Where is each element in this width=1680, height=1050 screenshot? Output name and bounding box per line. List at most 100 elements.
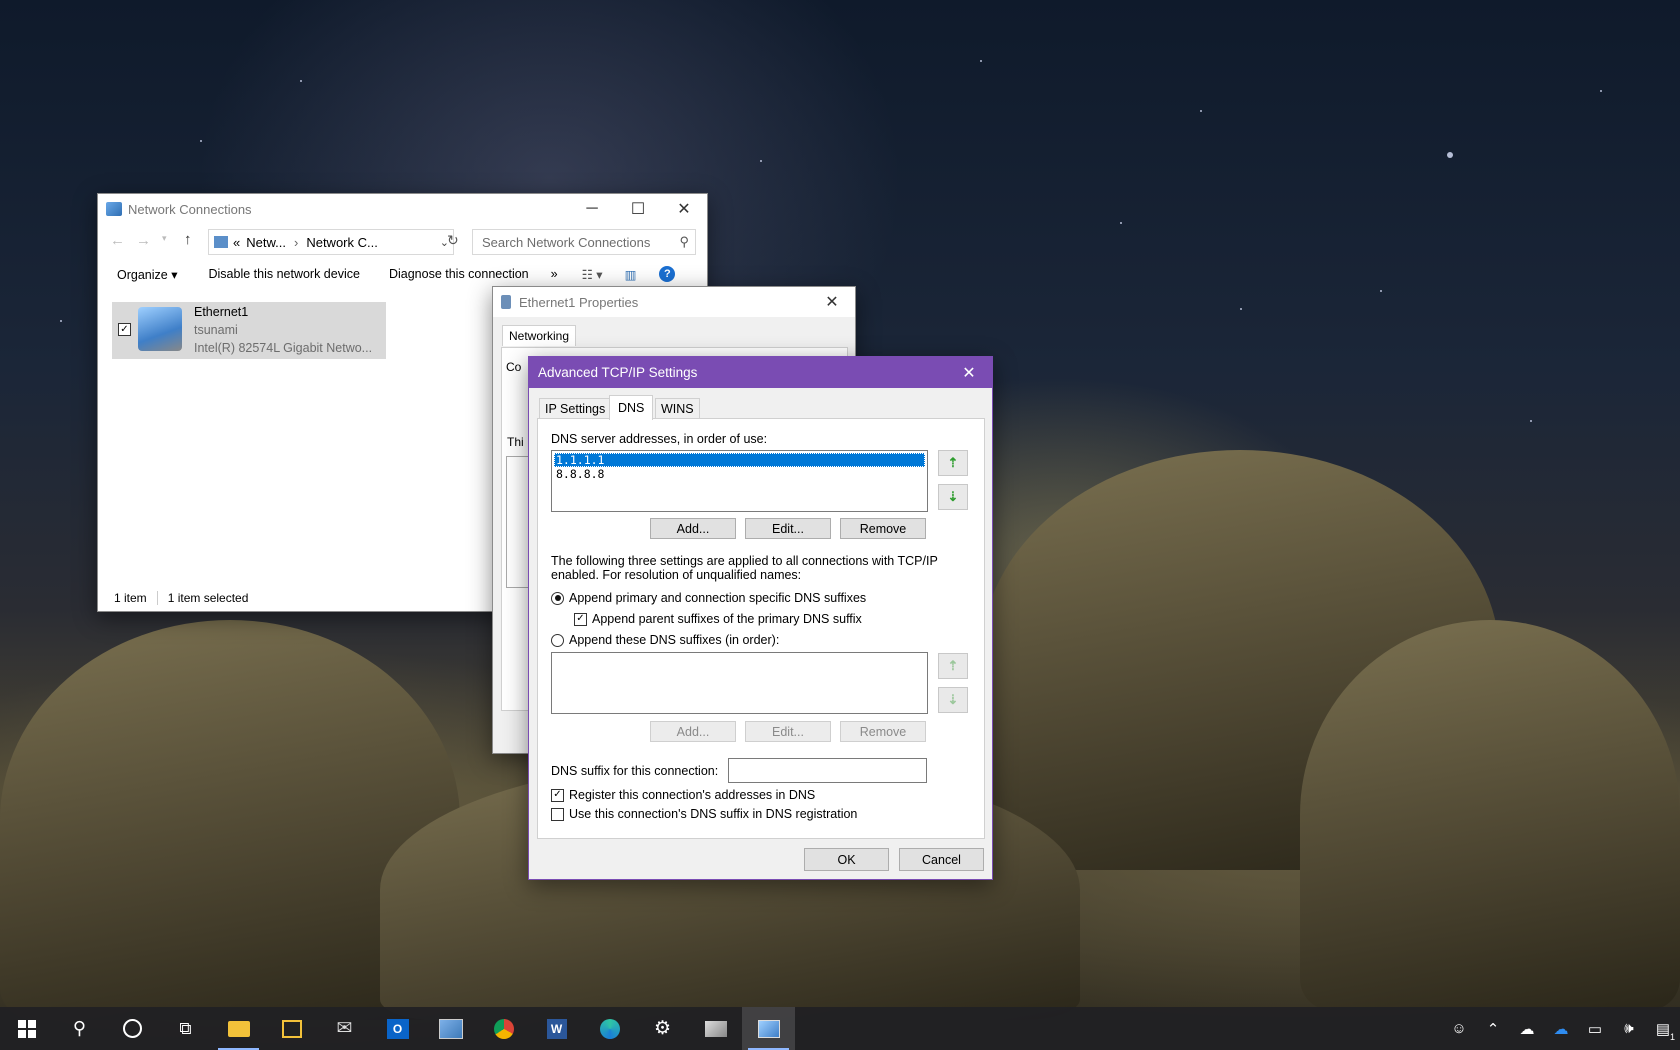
start-icon (17, 1019, 36, 1038)
store-icon (281, 1019, 302, 1038)
edge-beta-icon (599, 1018, 620, 1039)
cortana-button[interactable] (106, 1007, 159, 1050)
ep-titlebar[interactable]: Ethernet1 Properties ✕ (493, 287, 855, 317)
recent-dropdown-icon[interactable]: ▾ (162, 233, 167, 244)
check-use-suffix[interactable]: Use this connection's DNS suffix in DNS … (551, 807, 857, 821)
action-center-button[interactable]: ▤ 1 (1646, 1007, 1680, 1050)
adv-title: Advanced TCP/IP Settings (538, 365, 698, 380)
forward-arrow-icon[interactable]: → (136, 232, 151, 249)
word-button[interactable]: W (530, 1007, 583, 1050)
photos-button[interactable] (424, 1007, 477, 1050)
help-icon[interactable]: ? (659, 266, 676, 282)
photos-icon (438, 1018, 463, 1039)
ep-connect-label: Co (506, 360, 522, 374)
more-commands-button[interactable]: » (551, 267, 558, 281)
maximize-button[interactable]: ☐ (615, 194, 661, 224)
breadcrumb-separator-icon: › (293, 234, 299, 250)
item-name: Ethernet1 (194, 305, 249, 319)
dns-servers-list[interactable]: 1.1.1.1 8.8.8.8 (551, 450, 928, 512)
suffix-add-button[interactable]: Add... (650, 721, 736, 742)
dns-servers-label: DNS server addresses, in order of use: (551, 432, 768, 446)
radio-selected-icon (551, 591, 564, 605)
suffix-remove-button[interactable]: Remove (840, 721, 926, 742)
status-divider (156, 591, 158, 605)
close-button[interactable]: ✕ (661, 194, 707, 224)
address-crumb-1[interactable]: Netw... (246, 235, 286, 250)
dns-add-button[interactable]: Add... (650, 518, 736, 539)
start-button[interactable] (0, 1007, 53, 1050)
ep-close-button[interactable]: ✕ (809, 287, 855, 317)
up-arrow-icon[interactable]: ↑ (184, 231, 192, 248)
store-button[interactable] (265, 1007, 318, 1050)
preview-pane-icon[interactable]: ▥ (625, 267, 637, 282)
change-view-icon[interactable]: ☷ ▾ (582, 267, 603, 282)
search-input[interactable]: Search Network Connections (473, 235, 679, 250)
radio-append-these[interactable]: Append these DNS suffixes (in order): (551, 633, 779, 647)
dns-move-down-button[interactable]: ⇣ (938, 484, 968, 510)
ep-items-label: Thi (507, 435, 524, 449)
adv-titlebar[interactable]: Advanced TCP/IP Settings ✕ (529, 357, 992, 388)
people-button[interactable]: ☺ (1442, 1007, 1476, 1050)
network-tray-button[interactable]: ▭ (1578, 1007, 1612, 1050)
suffix-edit-button[interactable]: Edit... (745, 721, 831, 742)
outlook-button[interactable]: O (371, 1007, 424, 1050)
address-bar[interactable]: « Netw... › Network C... ⌄ (208, 229, 454, 255)
tab-ip-settings[interactable]: IP Settings (539, 398, 612, 419)
green-down-arrow-icon: ⇣ (947, 692, 959, 707)
dns-server-row[interactable]: 8.8.8.8 (554, 467, 925, 481)
volume-button[interactable]: 🕪 (1612, 1007, 1646, 1050)
checkbox-checked-icon: ✓ (574, 612, 587, 626)
dns-suffixes-list[interactable] (551, 652, 928, 714)
diagnose-button[interactable]: Diagnose this connection (389, 267, 529, 281)
dns-suffix-field[interactable] (728, 758, 927, 783)
item-checkbox[interactable]: ✓ (118, 323, 131, 336)
search-box[interactable]: Search Network Connections ⚲ (472, 229, 696, 255)
settings-button[interactable]: ⚙ (636, 1007, 689, 1050)
suffix-move-up-button[interactable]: ⇡ (938, 653, 968, 679)
cancel-button[interactable]: Cancel (899, 848, 984, 871)
control-panel-icon (757, 1019, 780, 1038)
mail-button[interactable]: ✉ (318, 1007, 371, 1050)
tab-dns[interactable]: DNS (609, 395, 654, 420)
refresh-icon[interactable]: ↻ (447, 232, 459, 249)
close-icon: ✕ (825, 294, 839, 311)
ep-networking-tab[interactable]: Networking (502, 325, 577, 346)
ethernet1-item[interactable]: ✓ Ethernet1 tsunami Intel(R) 82574L Giga… (112, 302, 386, 359)
dns-tab-panel: DNS server addresses, in order of use: 1… (537, 418, 985, 839)
address-overflow[interactable]: « (233, 235, 240, 250)
dns-move-up-button[interactable]: ⇡ (938, 450, 968, 476)
cloud-icon: ☁ (1553, 1020, 1569, 1038)
back-arrow-icon[interactable]: ← (110, 232, 125, 249)
control-panel-taskbar-button[interactable] (742, 1007, 795, 1050)
dns-suffix-label: DNS suffix for this connection: (551, 764, 719, 778)
check-append-parent[interactable]: ✓ Append parent suffixes of the primary … (574, 612, 862, 626)
disable-device-button[interactable]: Disable this network device (208, 267, 359, 281)
chrome-button[interactable] (477, 1007, 530, 1050)
dns-server-row-selected[interactable]: 1.1.1.1 (554, 453, 925, 467)
onedrive-business-button[interactable]: ☁ (1544, 1007, 1578, 1050)
edge-beta-button[interactable] (583, 1007, 636, 1050)
radio-append-primary[interactable]: Append primary and connection specific D… (551, 591, 866, 605)
dns-remove-button[interactable]: Remove (840, 518, 926, 539)
network-connections-taskbar-button[interactable] (689, 1007, 742, 1050)
address-crumb-2[interactable]: Network C... (306, 235, 439, 250)
search-button[interactable]: ⚲ (53, 1007, 106, 1050)
adv-close-button[interactable]: ✕ (946, 358, 992, 388)
suffix-move-down-button[interactable]: ⇣ (938, 687, 968, 713)
nc-title: Network Connections (128, 201, 252, 217)
file-explorer-button[interactable] (212, 1007, 265, 1050)
tab-wins[interactable]: WINS (655, 398, 700, 419)
nc-address-row: ← → ▾ ↑ « Netw... › Network C... ⌄ ↻ Sea… (98, 227, 707, 257)
task-view-icon: ⧉ (179, 1018, 192, 1038)
task-view-button[interactable]: ⧉ (159, 1007, 212, 1050)
minimize-button[interactable]: ─ (569, 194, 615, 224)
nc-titlebar[interactable]: Network Connections ─ ☐ ✕ (98, 194, 707, 224)
onedrive-personal-button[interactable]: ☁ (1510, 1007, 1544, 1050)
dns-edit-button[interactable]: Edit... (745, 518, 831, 539)
show-hidden-icons-button[interactable]: ⌃ (1476, 1007, 1510, 1050)
check-register-addresses[interactable]: ✓ Register this connection's addresses i… (551, 788, 815, 802)
taskbar: ⚲ ⧉ ✉ O W ⚙ ☺ ⌃ ☁ ☁ ▭ 🕪 ▤ 1 (0, 1007, 1680, 1050)
ok-button[interactable]: OK (804, 848, 889, 871)
organize-menu[interactable]: Organize ▾ (117, 267, 177, 282)
checkbox-checked-icon: ✓ (551, 788, 564, 802)
